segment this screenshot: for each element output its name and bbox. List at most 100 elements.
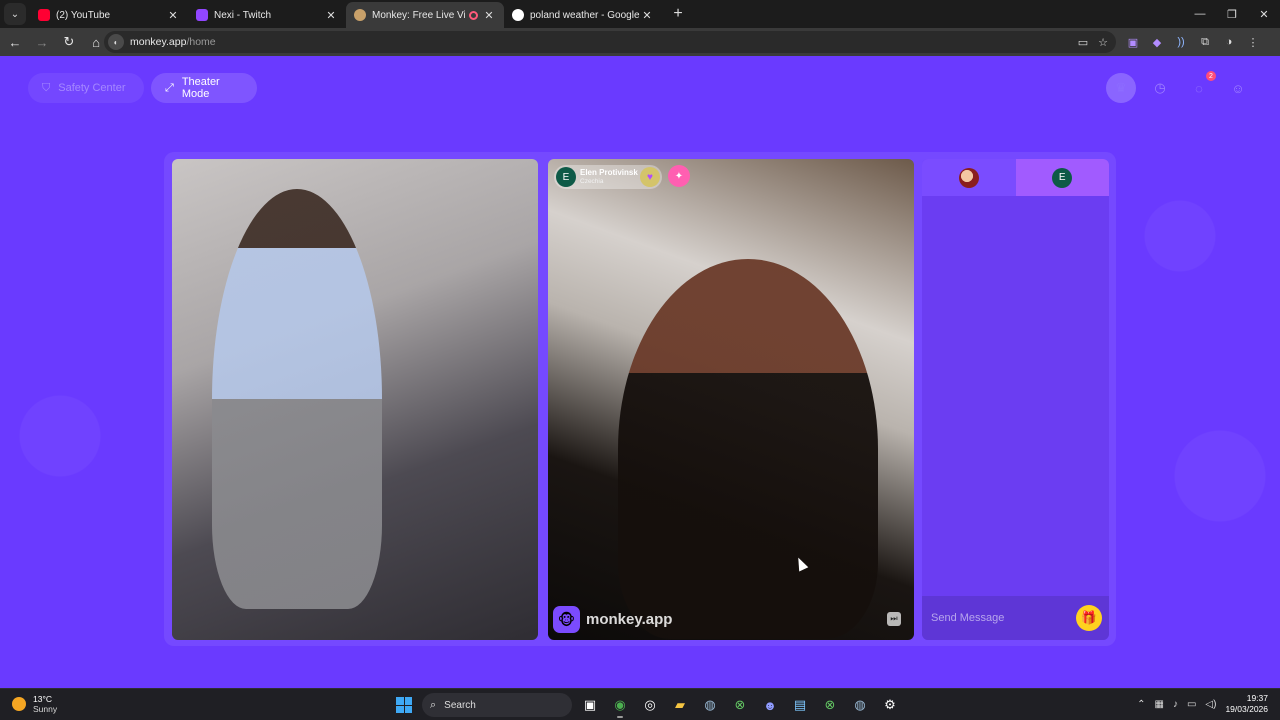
- badge-icon[interactable]: ✦: [668, 165, 690, 187]
- youtube-icon: [38, 9, 50, 21]
- tab-twitch[interactable]: Nexi - Twitch ✕: [188, 2, 346, 28]
- notification-badge: 2: [1206, 71, 1216, 81]
- tab-google[interactable]: poland weather - Google Searc ✕: [504, 2, 662, 28]
- file-explorer-icon[interactable]: ▰: [668, 693, 692, 717]
- site-info-icon[interactable]: ◐: [108, 34, 124, 50]
- message-placeholder: Send Message: [931, 612, 1005, 624]
- weather-condition: Sunny: [33, 704, 58, 714]
- clock[interactable]: 19:37 19/03/2026: [1225, 693, 1268, 715]
- puzzle-icon[interactable]: ⧉: [1196, 33, 1214, 51]
- tab-title: (2) YouTube: [56, 9, 111, 21]
- microphone-icon[interactable]: ♪: [1173, 699, 1178, 710]
- minimize-icon[interactable]: —: [1184, 0, 1216, 28]
- system-tray: ⌃ ▦ ♪ ▭ ◁) 19:37 19/03/2026: [1137, 693, 1268, 715]
- remote-camera-image: [618, 259, 878, 639]
- xbox-icon[interactable]: ⊗: [728, 693, 752, 717]
- task-view-icon[interactable]: ▣: [578, 693, 602, 717]
- chat-tabs: E: [922, 159, 1109, 196]
- watermark-text: monkey.app: [586, 611, 673, 628]
- arrow-right-icon: →: [35, 34, 49, 50]
- steam-icon[interactable]: ◍: [698, 693, 722, 717]
- theater-mode-label: Theater Mode: [181, 76, 220, 100]
- remote-user-country: Czechia: [580, 178, 604, 185]
- network-icon[interactable]: ▦: [1155, 699, 1164, 710]
- skip-icon[interactable]: ⏭: [887, 612, 901, 626]
- gift-icon: 🎁: [1080, 610, 1098, 625]
- close-tab-icon[interactable]: ✕: [324, 9, 338, 22]
- extension-icon[interactable]: ◆: [1148, 33, 1166, 51]
- history-button[interactable]: ◷: [1145, 73, 1175, 103]
- extension-icon[interactable]: )): [1172, 33, 1190, 51]
- avatar: E: [1052, 167, 1073, 188]
- discord-icon[interactable]: ☻: [758, 693, 782, 717]
- browser-tab-strip: ⌄ (2) YouTube ✕ Nexi - Twitch ✕ Monkey: …: [0, 0, 1280, 28]
- twitch-icon: [196, 9, 208, 21]
- gift-button[interactable]: 🎁: [1076, 605, 1102, 631]
- profile-icon[interactable]: ◑: [1220, 33, 1238, 51]
- clock-icon: ◷: [1154, 80, 1166, 95]
- chat-panel: E Send Message 🎁: [922, 159, 1109, 640]
- monkey-avatar-icon: ☺: [1231, 80, 1245, 96]
- expand-icon: ⤢: [165, 81, 174, 94]
- safety-center-label: Safety Center: [58, 82, 126, 94]
- address-bar[interactable]: ◐ monkey.app/home ▭ ☆: [104, 31, 1116, 53]
- tab-title: poland weather - Google Searc: [530, 9, 640, 21]
- url-text: monkey.app/home: [130, 36, 216, 48]
- crown-button[interactable]: ♛: [1106, 73, 1136, 103]
- menu-icon[interactable]: ⋮: [1244, 33, 1262, 51]
- back-button[interactable]: ←: [3, 30, 27, 54]
- notepad-icon[interactable]: ▤: [788, 693, 812, 717]
- tab-monkey[interactable]: Monkey: Free Live Video Ch ✕: [346, 2, 504, 28]
- remote-video: [548, 159, 914, 640]
- search-label: Search: [444, 699, 476, 711]
- shield-icon: ⛉: [42, 81, 51, 94]
- avatar: [958, 167, 979, 188]
- google-icon: [512, 9, 524, 21]
- settings-gear-icon[interactable]: ⚙: [878, 693, 902, 717]
- windows-icon: [396, 697, 412, 713]
- weather-widget[interactable]: 13°C Sunny: [12, 694, 57, 714]
- taskbar-search[interactable]: ⌕ Search: [422, 693, 572, 717]
- close-window-icon[interactable]: ✕: [1248, 0, 1280, 28]
- tab-search-button[interactable]: ⌄: [4, 3, 26, 25]
- chrome-icon[interactable]: ◉: [608, 693, 632, 718]
- messages-button[interactable]: ◌ 2: [1184, 71, 1216, 103]
- reload-icon: ↻: [63, 34, 75, 49]
- steam-icon[interactable]: ◍: [848, 693, 872, 717]
- xbox-icon[interactable]: ⊗: [818, 693, 842, 717]
- watermark: 🐵 monkey.app: [553, 606, 672, 633]
- profile-button[interactable]: ☺: [1223, 73, 1253, 103]
- cast-icon[interactable]: ▭: [1078, 36, 1088, 49]
- reload-button[interactable]: ↻: [57, 30, 81, 54]
- chat-tab-partner[interactable]: E: [1015, 159, 1109, 196]
- safety-center-button[interactable]: ⛉ Safety Center: [28, 73, 144, 103]
- home-icon: ⌂: [92, 34, 100, 50]
- weather-temp: 13°C: [33, 694, 52, 704]
- remote-user-name: Elen Protivinsk: [580, 168, 638, 177]
- clock-time: 19:37: [1246, 693, 1268, 703]
- bookmark-star-icon[interactable]: ☆: [1098, 36, 1108, 49]
- monkey-icon: [354, 9, 366, 21]
- tab-title: Monkey: Free Live Video Ch: [372, 9, 465, 21]
- twitch-extension-icon[interactable]: ▣: [1124, 33, 1142, 51]
- remote-user-chip[interactable]: E Elen Protivinsk Czechia ♥: [554, 165, 662, 189]
- volume-icon[interactable]: ◁): [1205, 699, 1216, 710]
- forward-button[interactable]: →: [30, 30, 54, 54]
- start-button[interactable]: [392, 693, 416, 717]
- close-tab-icon[interactable]: ✕: [166, 9, 180, 22]
- heart-icon[interactable]: ♥: [640, 167, 660, 187]
- restore-icon[interactable]: ❐: [1216, 0, 1248, 28]
- close-tab-icon[interactable]: ✕: [482, 9, 496, 22]
- chevron-up-icon[interactable]: ⌃: [1137, 699, 1145, 710]
- message-input[interactable]: Send Message 🎁: [922, 596, 1109, 640]
- display-icon[interactable]: ▭: [1187, 699, 1196, 710]
- chat-tab-self[interactable]: [922, 159, 1016, 196]
- avatar: E: [556, 167, 576, 187]
- search-icon: ⌕: [430, 698, 437, 711]
- close-tab-icon[interactable]: ✕: [640, 9, 654, 22]
- theater-mode-button[interactable]: ⤢ Theater Mode: [151, 73, 257, 103]
- tab-youtube[interactable]: (2) YouTube ✕: [30, 2, 188, 28]
- new-tab-button[interactable]: +: [666, 2, 690, 26]
- app-icon[interactable]: ◎: [638, 693, 662, 717]
- tab-title: Nexi - Twitch: [214, 9, 272, 21]
